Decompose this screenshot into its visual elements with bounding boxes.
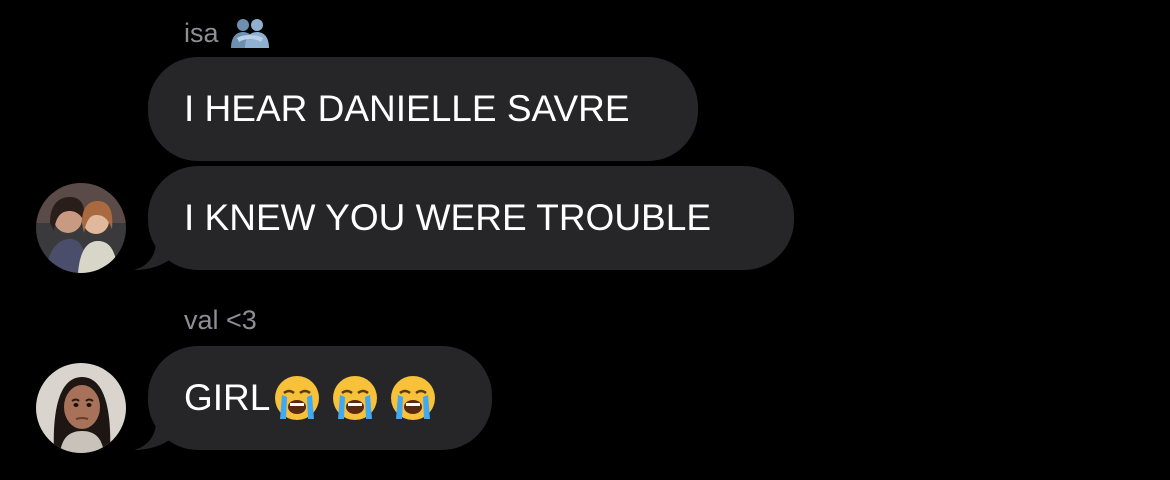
loudly-crying-face-icon (333, 376, 378, 420)
emoji-row (270, 373, 438, 423)
avatar-photo (36, 183, 126, 273)
message-bubble[interactable]: GIRL (148, 346, 492, 450)
message-bubble[interactable]: I HEAR DANIELLE SAVRE (148, 57, 698, 161)
avatar[interactable] (36, 183, 126, 273)
message-bubble[interactable]: I KNEW YOU WERE TROUBLE (148, 166, 794, 270)
loudly-crying-face-icon (391, 376, 436, 420)
message-text: I KNEW YOU WERE TROUBLE (184, 197, 711, 238)
avatar-photo (36, 363, 126, 453)
avatar[interactable] (36, 363, 126, 453)
sender-name-isa: isa (184, 16, 273, 50)
sender-name-val: val <3 (184, 307, 257, 334)
message-text: I HEAR DANIELLE SAVRE (184, 88, 630, 129)
sender-name-label: isa (184, 17, 219, 48)
message-text: GIRL (184, 377, 271, 418)
loudly-crying-face-icon (275, 376, 320, 420)
sender-name-label: val <3 (184, 305, 257, 335)
people-hug-icon (230, 19, 269, 48)
